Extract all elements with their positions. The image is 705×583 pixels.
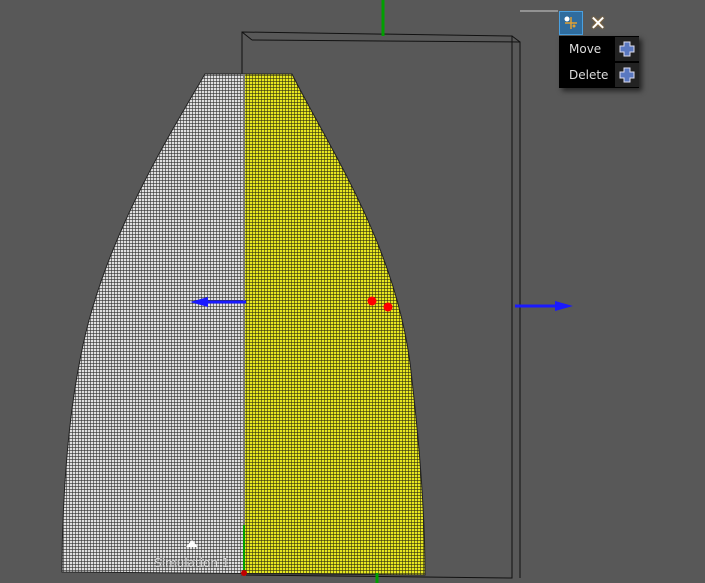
gizmo-settings-button[interactable] — [559, 11, 583, 35]
close-button[interactable]: ✕ — [588, 12, 608, 34]
menu-item-delete[interactable]: Delete — [559, 62, 639, 88]
move-cross-icon — [615, 37, 639, 61]
control-point-marker[interactable] — [383, 302, 393, 312]
menu-item-move[interactable]: Move — [559, 36, 639, 62]
delete-cross-icon — [615, 63, 639, 87]
mesh-object[interactable] — [50, 70, 434, 580]
object-pivot-arrow-icon[interactable] — [186, 540, 198, 547]
menu-item-label: Delete — [569, 68, 609, 82]
context-menu: Move Delete — [559, 36, 639, 88]
object-label: Simulation 1 — [154, 556, 230, 570]
menu-item-label: Move — [569, 42, 602, 56]
arrow-right-handle[interactable] — [515, 301, 573, 311]
gizmo-settings-icon — [564, 16, 577, 29]
origin-marker — [241, 570, 247, 576]
control-point-marker[interactable] — [367, 296, 377, 306]
